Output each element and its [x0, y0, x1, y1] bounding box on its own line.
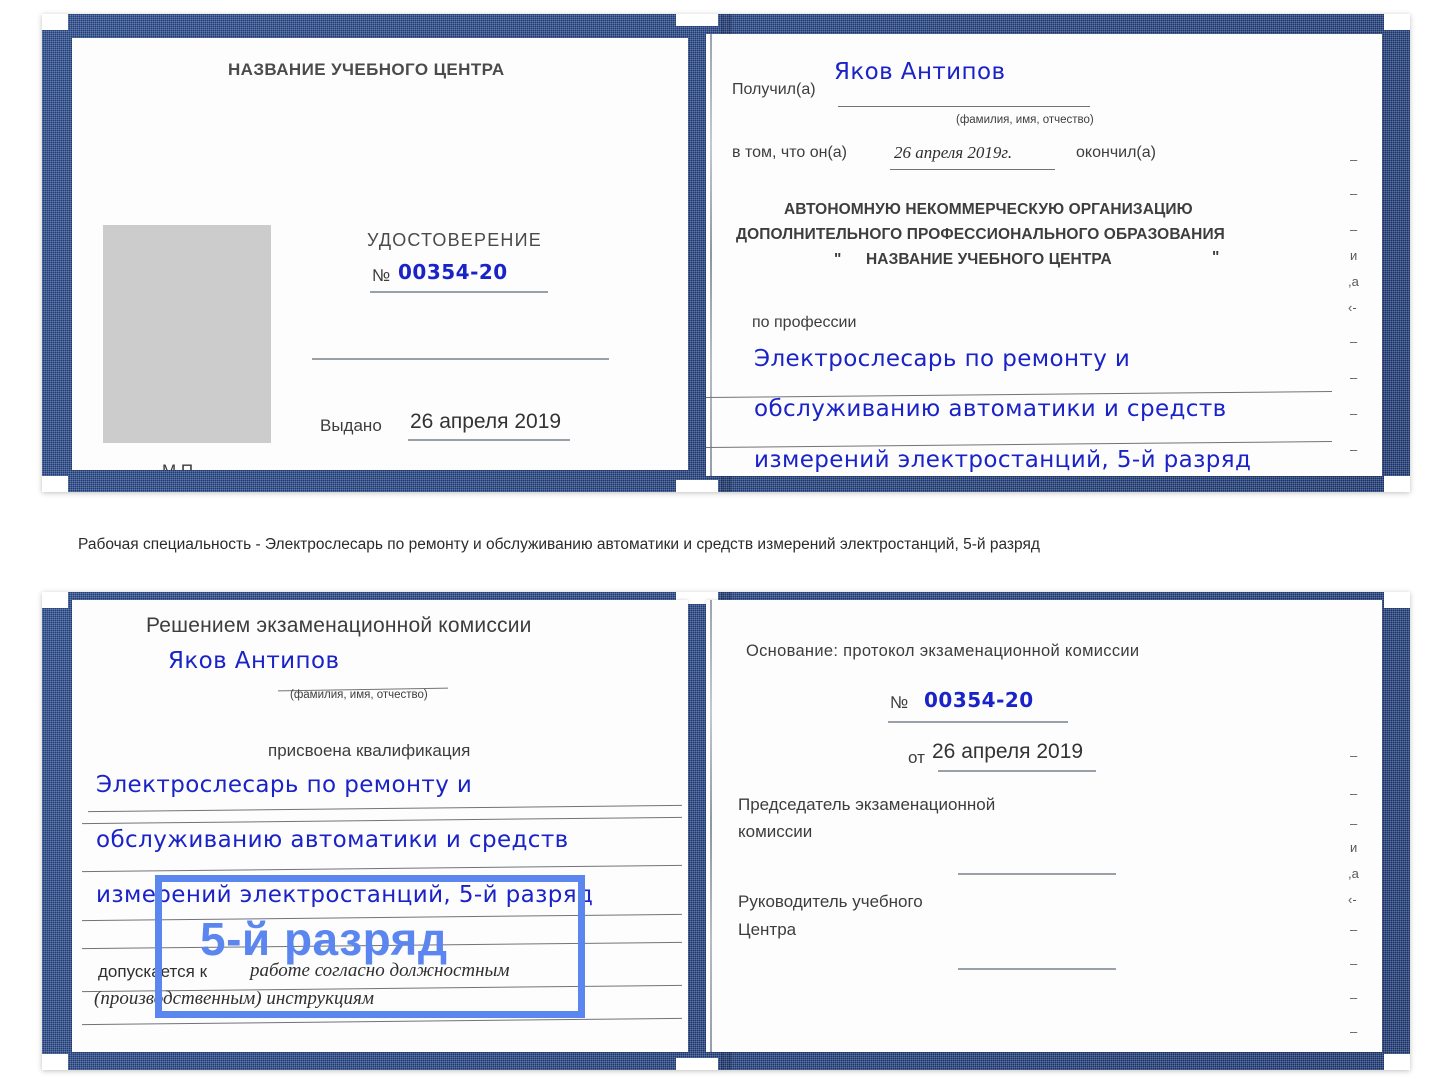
finish-date: 26 апреля 2019г. [894, 143, 1013, 162]
org-line-1: АВТОНОМНУЮ НЕКОММЕРЧЕСКУЮ ОРГАНИЗАЦИЮ [784, 201, 1193, 218]
edge-glyph: – [1350, 370, 1358, 385]
top-cert-right-page: Получил(а) Яков Антипов (фамилия, имя, о… [706, 34, 1382, 476]
protocol-date: 26 апреля 2019 [932, 740, 1084, 763]
ruled-line [82, 1017, 682, 1026]
issued-underline [408, 439, 570, 441]
number-underline [888, 721, 1068, 723]
cover-spine-notch [676, 14, 718, 26]
org-title-top-left: НАЗВАНИЕ УЧЕБНОГО ЦЕНТРА [228, 60, 505, 79]
cover-spine-notch [676, 480, 718, 492]
from-label: от [908, 748, 925, 767]
annotation-label: 5-й разряд [200, 913, 448, 965]
edge-glyph: и [1350, 248, 1358, 263]
received-label: Получил(а) [732, 81, 816, 98]
name-underline [838, 106, 1090, 107]
edge-glyph: – [1350, 786, 1358, 801]
photo-placeholder [103, 225, 271, 443]
description-caption: Рабочая специальность - Электрослесарь п… [78, 536, 1040, 553]
commission-title: Решением экзаменационной комиссии [146, 614, 532, 637]
ruled-line [82, 864, 682, 873]
basis-label: Основание: протокол экзаменационной коми… [746, 642, 1140, 660]
cover-corner-notch [1384, 592, 1410, 608]
cover-corner-notch [1384, 476, 1410, 492]
ruled-line [88, 804, 682, 813]
edge-glyph: – [1350, 406, 1358, 421]
cover-corner-notch [42, 592, 68, 608]
cover-spine-notch [676, 1058, 718, 1070]
edge-glyph: – [1350, 956, 1358, 971]
number-symbol: № [890, 693, 909, 712]
finish-date-underline [890, 169, 1055, 170]
bottom-cert-left-page: Решением экзаменационной комиссии Яков А… [72, 600, 688, 1052]
edge-glyph: – [1350, 922, 1358, 937]
edge-glyph: ,а [1348, 274, 1359, 289]
org-line-2: ДОПОЛНИТЕЛЬНОГО ПРОФЕССИОНАЛЬНОГО ОБРАЗО… [736, 226, 1225, 243]
allowed-value-2: (производственным) инструкциям [94, 988, 374, 1009]
edge-glyph: ,а [1348, 866, 1359, 881]
blank-underline [312, 358, 609, 360]
page-spine-line [710, 34, 712, 476]
edge-glyph: ‹- [1348, 300, 1357, 315]
edge-glyph: – [1350, 186, 1358, 201]
number-underline [370, 291, 548, 293]
head-signature-line [958, 968, 1116, 970]
edge-glyph: – [1350, 334, 1358, 349]
edge-glyph: – [1350, 152, 1358, 167]
org-line-3: НАЗВАНИЕ УЧЕБНОГО ЦЕНТРА [866, 251, 1112, 268]
issued-label: Выдано [320, 416, 382, 435]
head-line-1: Руководитель учебного [738, 892, 923, 911]
edge-glyph: – [1350, 1024, 1358, 1039]
profession-line-2: обслуживанию автоматики и средств [754, 396, 1227, 422]
edge-glyph: ‹- [1348, 892, 1357, 907]
chair-signature-line [958, 873, 1116, 875]
qualification-line-3: измерений электростанций, 5-й разряд [96, 882, 594, 908]
chair-line-1: Председатель экзаменационной [738, 795, 996, 814]
cover-corner-notch [1384, 14, 1410, 30]
protocol-number: 00354-20 [924, 688, 1034, 712]
edge-glyph: – [1350, 816, 1358, 831]
fio-hint: (фамилия, имя, отчество) [956, 114, 1094, 126]
that-he-label: в том, что он(а) [732, 144, 847, 161]
page-spine-line [710, 600, 712, 1052]
certificate-number: 00354-20 [398, 260, 508, 284]
ruled-line [82, 816, 682, 825]
edge-glyph: – [1350, 990, 1358, 1005]
stamp-label: М.П. [162, 461, 198, 470]
allowed-label: допускается к [98, 962, 208, 981]
edge-glyph: – [1350, 222, 1358, 237]
qualified-person-name: Яков Антипов [168, 648, 340, 674]
cover-corner-notch [1384, 1054, 1410, 1070]
edge-glyph: – [1350, 442, 1358, 457]
doc-type-label: УДОСТОВЕРЕНИЕ [367, 230, 542, 250]
cover-corner-notch [42, 1054, 68, 1070]
edge-glyph: – [1350, 748, 1358, 763]
qualification-line-2: обслуживанию автоматики и средств [96, 827, 569, 853]
qualification-label: присвоена квалификация [268, 741, 471, 760]
top-cert-left-page: НАЗВАНИЕ УЧЕБНОГО ЦЕНТРА УДОСТОВЕРЕНИЕ №… [72, 38, 688, 470]
head-line-2: Центра [738, 920, 797, 939]
cover-corner-notch [42, 14, 68, 30]
org-quote-open: " [834, 251, 842, 268]
qualification-line-1: Электрослесарь по ремонту и [96, 772, 473, 798]
edge-glyph: и [1350, 840, 1358, 855]
date-underline [938, 770, 1096, 772]
finished-label: окончил(а) [1076, 144, 1156, 161]
fio-hint: (фамилия, имя, отчество) [290, 689, 428, 701]
profession-line-1: Электрослесарь по ремонту и [754, 346, 1131, 372]
chair-line-2: комиссии [738, 822, 813, 841]
issued-date: 26 апреля 2019 [410, 410, 562, 433]
screenshot-canvas: НАЗВАНИЕ УЧЕБНОГО ЦЕНТРА УДОСТОВЕРЕНИЕ №… [0, 0, 1448, 1085]
cover-corner-notch [42, 476, 68, 492]
recipient-name: Яков Антипов [834, 59, 1006, 85]
org-quote-close: " [1212, 249, 1220, 266]
profession-line-3: измерений электростанций, 5-й разряд [754, 447, 1252, 473]
number-symbol: № [372, 266, 391, 285]
bottom-cert-right-page: Основание: протокол экзаменационной коми… [706, 600, 1382, 1052]
profession-label: по профессии [752, 314, 857, 331]
